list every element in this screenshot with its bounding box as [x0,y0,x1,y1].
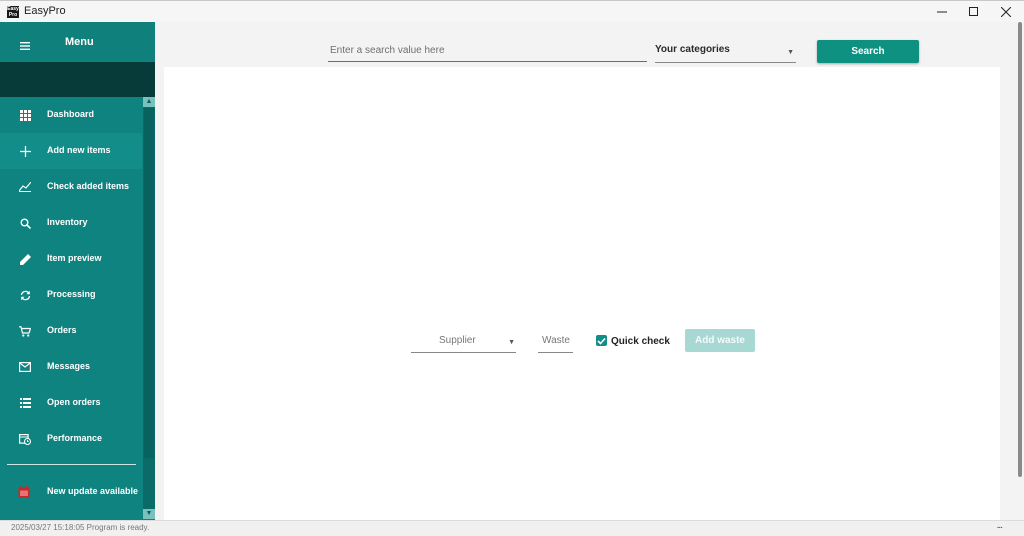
sidebar-item-label: Open orders [47,397,101,407]
sidebar-item-processing[interactable]: Processing [0,277,142,313]
update-label: New update available [47,486,139,496]
scroll-up-arrow[interactable]: ▲ [143,97,155,107]
sidebar-user-area [0,62,155,97]
sidebar-item-label: Messages [47,361,91,371]
check-icon [18,180,32,194]
supplier-select[interactable]: Supplier ▼ [411,330,516,353]
sidebar-item-label: Performance [47,433,103,443]
more-icon[interactable]: ... [997,520,1003,531]
status-text: 2025/03/27 15:18:05 Program is ready. [11,523,150,532]
content-panel: Supplier ▼ Waste Quick check Add waste [164,67,1000,520]
list-icon [18,396,32,410]
dropdown-arrow-icon: ▼ [787,49,794,56]
minimize-button[interactable] [926,1,958,23]
sidebar-item-check-added-items[interactable]: Check added items [0,169,142,205]
calendar-icon [18,485,30,503]
category-select-label: Your categories [655,44,730,55]
minimize-icon [937,11,947,13]
scroll-thumb[interactable] [144,108,154,458]
sidebar-item-performance[interactable]: Performance [0,421,142,457]
hamburger-icon[interactable] [20,37,30,55]
sidebar-item-orders[interactable]: Orders [0,313,142,349]
quick-check-checkbox[interactable] [596,335,607,346]
sidebar-item-label: Add new items [47,145,111,155]
sidebar-divider [7,464,136,465]
app-logo: Easy Pro [7,6,19,18]
window-title: EasyPro [24,5,66,17]
sidebar-item-open-orders[interactable]: Open orders [0,385,142,421]
supplier-label: Supplier [439,335,476,346]
maximize-icon [969,7,978,16]
sidebar-item-label: Check added items [47,181,130,191]
sidebar-item-label: Processing [47,289,96,299]
scroll-thumb[interactable] [1018,22,1022,477]
sidebar-item-inventory[interactable]: Inventory [0,205,142,241]
add-waste-button[interactable]: Add waste [685,329,755,352]
main-scrollbar[interactable] [1015,22,1024,520]
close-button[interactable] [990,1,1022,23]
status-bar: 2025/03/27 15:18:05 Program is ready. ..… [0,520,1024,536]
scroll-down-arrow[interactable]: ▼ [143,509,155,519]
sidebar-nav: Dashboard Add new items Check added item… [0,97,142,457]
main-content: Your categories ▼ Search Supplier ▼ Wast… [155,22,1024,520]
sidebar-item-label: Item preview [47,253,102,263]
quick-check-label[interactable]: Quick check [611,336,670,347]
calendar-clock-icon [18,432,32,446]
category-select[interactable]: Your categories ▼ [655,39,796,63]
grid-icon [18,108,32,122]
search-input[interactable] [328,39,647,62]
sidebar-item-update[interactable]: New update available [0,474,142,510]
close-icon [1001,7,1011,17]
dropdown-arrow-icon: ▼ [508,339,515,346]
waste-input[interactable]: Waste [538,330,573,353]
sidebar-item-item-preview[interactable]: Item preview [0,241,142,277]
sidebar-scrollbar[interactable]: ▲ ▼ [143,97,155,519]
sidebar-item-dashboard[interactable]: Dashboard [0,97,142,133]
sidebar-item-add-new-items[interactable]: Add new items [0,133,142,169]
sidebar-item-label: Dashboard [47,109,95,119]
pencil-icon [18,252,32,266]
sidebar-item-label: Inventory [47,217,88,227]
sidebar: Menu Dashboard Add new items Check added… [0,22,155,520]
plus-icon [18,144,32,158]
mail-icon [18,360,32,374]
checkmark-icon [597,337,606,345]
menu-label: Menu [65,36,94,48]
title-bar: Easy Pro EasyPro [0,0,1024,23]
sidebar-item-messages[interactable]: Messages [0,349,142,385]
sidebar-item-label: Orders [47,325,77,335]
search-icon [18,216,32,230]
maximize-button[interactable] [958,1,990,23]
sidebar-header: Menu [0,22,155,62]
refresh-icon [18,288,32,302]
search-button[interactable]: Search [817,40,919,63]
cart-icon [18,324,32,338]
waste-label: Waste [542,335,570,346]
